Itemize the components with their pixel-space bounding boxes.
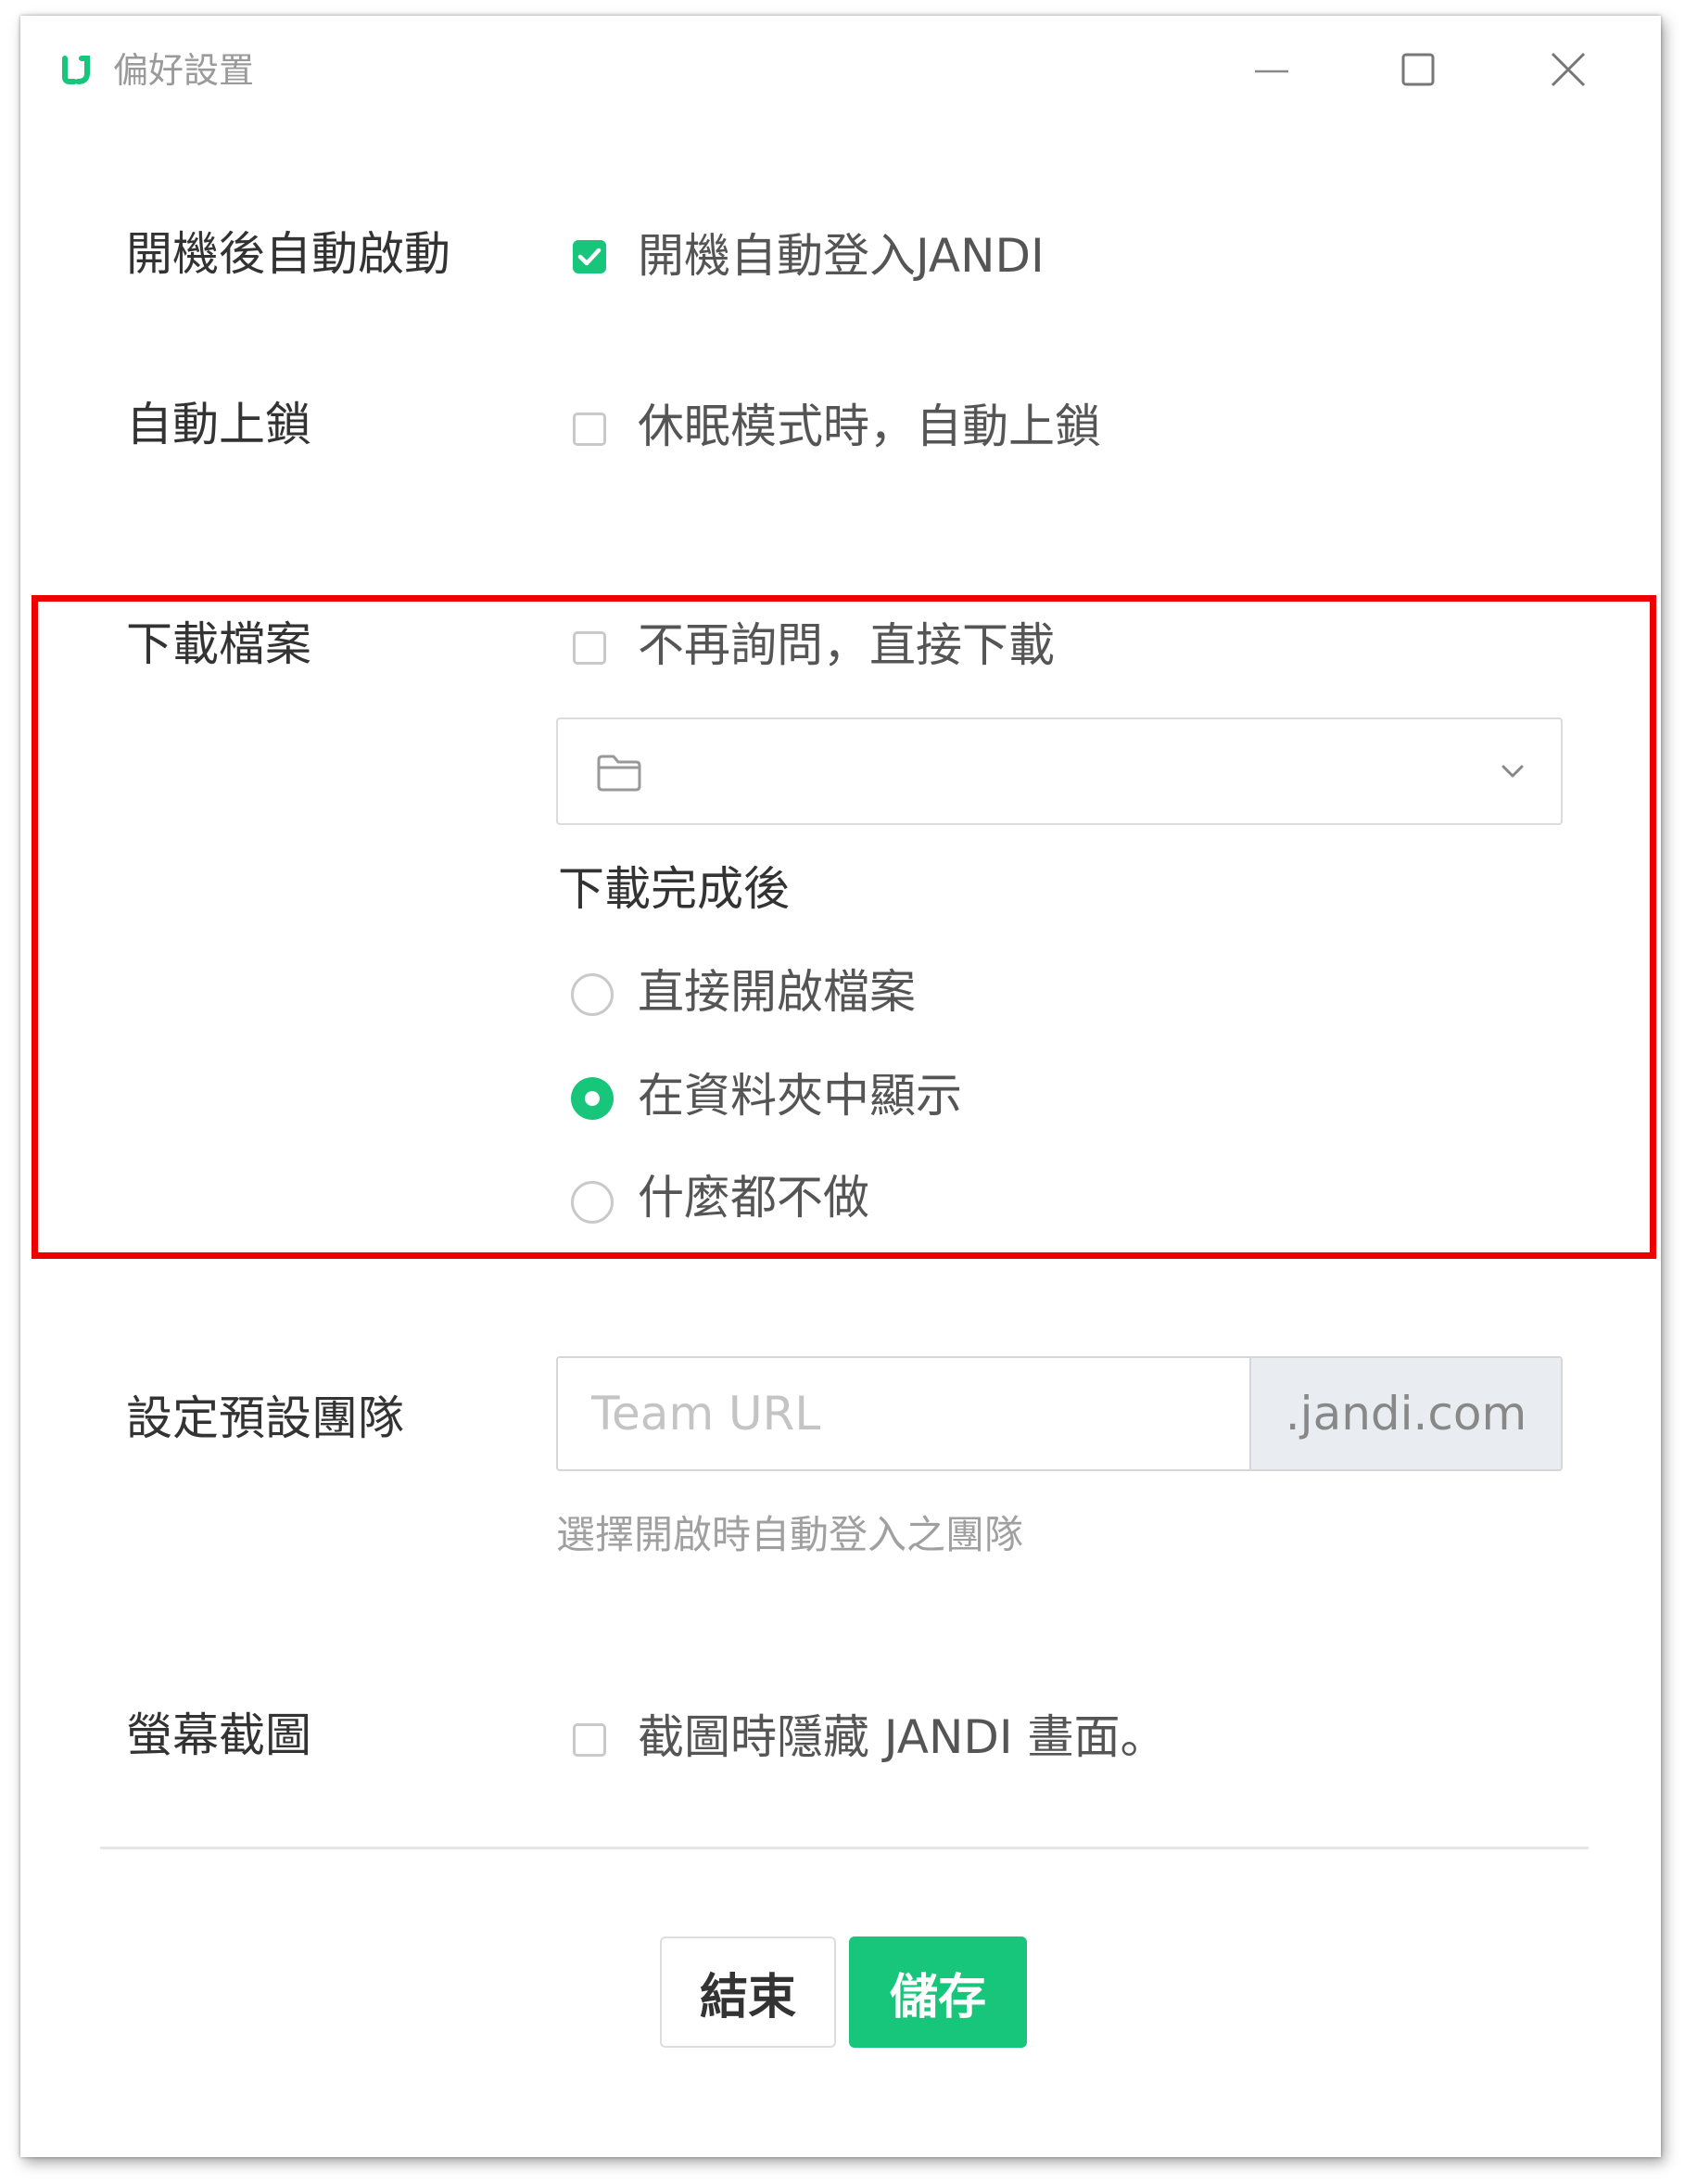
radio-open-file[interactable] [571, 973, 614, 1016]
default-team-helper: 選擇開啟時自動登入之團隊 [556, 1512, 1024, 1557]
radio-show-in-folder-label[interactable]: 在資料夾中顯示 [638, 1068, 962, 1124]
default-team-label: 設定預設團隊 [126, 1391, 404, 1445]
download-folder-select[interactable] [556, 717, 1563, 825]
minimize-icon[interactable] [1244, 42, 1299, 97]
team-url-group: .jandi.com [556, 1356, 1563, 1471]
download-ask-option-label[interactable]: 不再詢問，直接下載 [638, 617, 1055, 673]
auto-lock-option-label[interactable]: 休眠模式時，自動上鎖 [638, 399, 1101, 454]
auto-lock-checkbox[interactable] [573, 413, 606, 446]
check-icon [577, 248, 602, 266]
exit-button[interactable]: 結束 [660, 1936, 836, 2048]
chevron-down-icon [1501, 765, 1524, 778]
download-ask-checkbox[interactable] [573, 631, 606, 665]
radio-do-nothing-label[interactable]: 什麼都不做 [638, 1170, 869, 1225]
radio-open-file-label[interactable]: 直接開啟檔案 [638, 964, 916, 1020]
radio-do-nothing[interactable] [571, 1181, 614, 1224]
download-section-highlight [32, 595, 1656, 1259]
window-title: 偏好設置 [113, 50, 255, 91]
screenshot-checkbox[interactable] [573, 1723, 606, 1757]
footer-divider [100, 1847, 1589, 1849]
maximize-icon[interactable] [1390, 42, 1446, 97]
screenshot-label: 螢幕截圖 [126, 1708, 311, 1762]
after-download-label: 下載完成後 [558, 862, 790, 916]
team-url-input[interactable] [558, 1358, 1249, 1469]
title-bar: 偏好設置 [20, 16, 1661, 118]
folder-icon [597, 755, 641, 792]
save-button[interactable]: 儲存 [849, 1936, 1027, 2048]
close-icon[interactable] [1540, 42, 1596, 97]
radio-show-in-folder[interactable] [571, 1077, 614, 1120]
auto-lock-label: 自動上鎖 [126, 398, 311, 451]
screenshot-option-label[interactable]: 截圖時隱藏 JANDI 畫面。 [638, 1709, 1167, 1765]
startup-checkbox[interactable] [573, 240, 606, 273]
jandi-logo-icon [62, 56, 90, 84]
team-url-suffix: .jandi.com [1249, 1358, 1561, 1469]
startup-label: 開機後自動啟動 [126, 227, 450, 281]
download-label: 下載檔案 [126, 617, 311, 671]
preferences-window: 偏好設置 開機後自動啟動 開機自動登入JANDI 自動上鎖 休眠模式時，自動上鎖… [20, 16, 1661, 2157]
startup-option-label[interactable]: 開機自動登入JANDI [638, 228, 1045, 284]
